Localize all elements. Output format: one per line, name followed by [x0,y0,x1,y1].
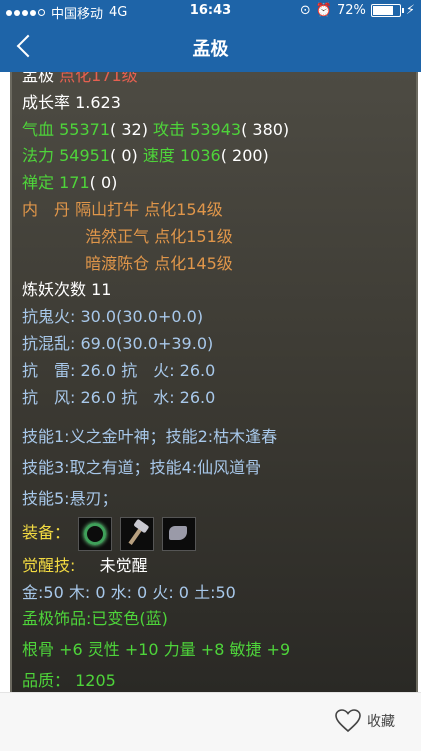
rotation-lock-icon: ⊙ [299,3,311,18]
equipment-label: 装备： [22,522,71,542]
growth-value: 1.623 [75,92,121,112]
ornament-row: 孟极饰品:已变色(蓝) [22,609,168,629]
skills-line-3: 技能5:悬刃； [22,488,118,508]
refine-value: 11 [91,280,112,300]
spd-value: 1036 [179,146,221,166]
zen-row: 禅定 171( 0) [22,170,410,197]
atk-label: 攻击 [153,119,186,139]
spd-extra: ( 200) [220,146,269,166]
page-title: 孟极 [192,39,229,60]
resist-wind: 抗 风: 26.0 [22,387,117,407]
claw-icon[interactable] [162,516,197,551]
atk-extra: ( 380) [241,119,290,139]
skills-line-2: 技能3:取之有道；技能4:仙风道骨 [22,458,262,478]
growth-label: 成长率 [22,92,71,112]
favorite-button[interactable]: 收藏 [335,709,395,733]
awaken-label: 觉醒技: [22,555,76,575]
mp-value: 54951 [59,146,111,166]
hp-label: 气血 [22,119,55,139]
quality-label: 品质： [22,670,71,690]
resist-thunder: 抗 雷: 26.0 [22,360,117,380]
zen-value: 171 [59,173,90,193]
favorite-label: 收藏 [367,714,395,730]
neidan-level: 点化154级 [144,199,223,219]
zen-extra: ( 0) [89,173,118,193]
refine-label: 炼妖次数 [22,280,87,300]
bottom-bar: 收藏 [0,692,421,751]
axe-icon[interactable] [120,516,155,551]
awaken-value: 未觉醒 [99,555,148,575]
neidan-level: 点化151级 [154,226,233,246]
neidan-name: 浩然正气 [85,226,150,246]
resist-water: 抗 水: 26.0 [121,387,216,407]
neidan-row-1: 内 丹 隔山打牛 点化154级 [22,197,410,224]
pet-name-level: 点化171级 [59,72,138,85]
pet-detail-content: 孟极 点化171级 成长率 1.623 气血 55371( 32) 攻击 539… [22,72,410,692]
resist-wind-water-row: 抗 风: 26.0 抗 水: 26.0 [22,385,410,412]
elements-row: 金:50 木: 0 水: 0 火: 0 土:50 [22,582,236,602]
pet-name-row: 孟极 点化171级 [22,72,410,90]
mp-spd-row: 法力 54951( 0) 速度 1036( 200) [22,143,410,170]
neidan-row-3: 暗渡陈仓 点化145级 [22,251,410,278]
refine-row: 炼妖次数 11 [22,277,410,304]
hp-value: 55371 [59,119,111,139]
heart-icon [335,709,361,733]
neidan-name: 隔山打牛 [75,199,140,219]
hp-extra: ( 32) [110,119,148,139]
neidan-row-2: 浩然正气 点化151级 [22,224,410,251]
atk-value: 53943 [190,119,242,139]
neidan-name: 暗渡陈仓 [85,253,150,273]
resist-fire: 抗 火: 26.0 [121,360,216,380]
neidan-label: 内 丹 [22,199,71,219]
quality-value: 1205 [75,670,116,690]
skills-line-1: 技能1:义之金叶神；技能2:枯木逢春 [22,427,278,447]
equipment-row: 装备： [22,513,410,553]
status-right: ⊙ ⏰ 72% ⚡ [300,3,415,18]
resist-chaos: 抗混乱: 69.0(30.0+39.0) [22,333,214,353]
neidan-level: 点化145级 [154,253,233,273]
charging-icon: ⚡ [405,3,415,18]
spd-label: 速度 [142,146,175,166]
attributes-row: 根骨 +6 灵性 +10 力量 +8 敏捷 +9 [22,640,291,660]
pet-detail-panel[interactable]: 孟极 点化171级 成长率 1.623 气血 55371( 32) 攻击 539… [10,72,418,692]
alarm-icon: ⏰ [315,3,332,18]
resist-thunder-fire-row: 抗 雷: 26.0 抗 火: 26.0 [22,358,410,385]
ring-icon[interactable] [78,516,113,551]
navigation-bar: 孟极 [0,22,421,72]
top-bar: 中国移动 4G 16:43 ⊙ ⏰ 72% ⚡ 孟极 [0,0,421,72]
awaken-row: 觉醒技: 未觉醒 [22,553,410,580]
mp-label: 法力 [22,146,55,166]
battery-icon [370,4,404,17]
mp-extra: ( 0) [110,146,138,166]
hp-atk-row: 气血 55371( 32) 攻击 53943( 380) [22,117,410,144]
quality-row: 品质： 1205 [22,668,410,692]
battery-percent: 72% [336,3,366,18]
pet-name: 孟极 [22,72,55,85]
status-bar: 中国移动 4G 16:43 ⊙ ⏰ 72% ⚡ [0,0,421,22]
zen-label: 禅定 [22,173,55,193]
resist-ghost-fire: 抗鬼火: 30.0(30.0+0.0) [22,307,204,327]
growth-row: 成长率 1.623 [22,90,410,117]
